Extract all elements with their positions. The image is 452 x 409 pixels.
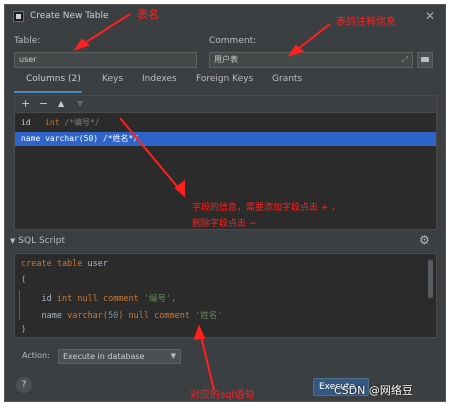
field-info-arrow — [119, 117, 181, 191]
arrowhead — [193, 324, 206, 341]
arrowhead — [174, 180, 185, 198]
table-name-arrow — [79, 13, 131, 47]
annotation-sql: 对应的sql语句 — [190, 390, 255, 401]
annotation-field-delete: 删除字段点击 − — [192, 219, 257, 229]
annotation-table-name: 表名 — [137, 8, 159, 21]
annotation-field-info: 字段的信息，需要添加字段点击 + ， — [192, 203, 341, 213]
sql-arrow — [199, 331, 215, 391]
annotation-table-comment: 表的注释信息 — [336, 17, 396, 28]
